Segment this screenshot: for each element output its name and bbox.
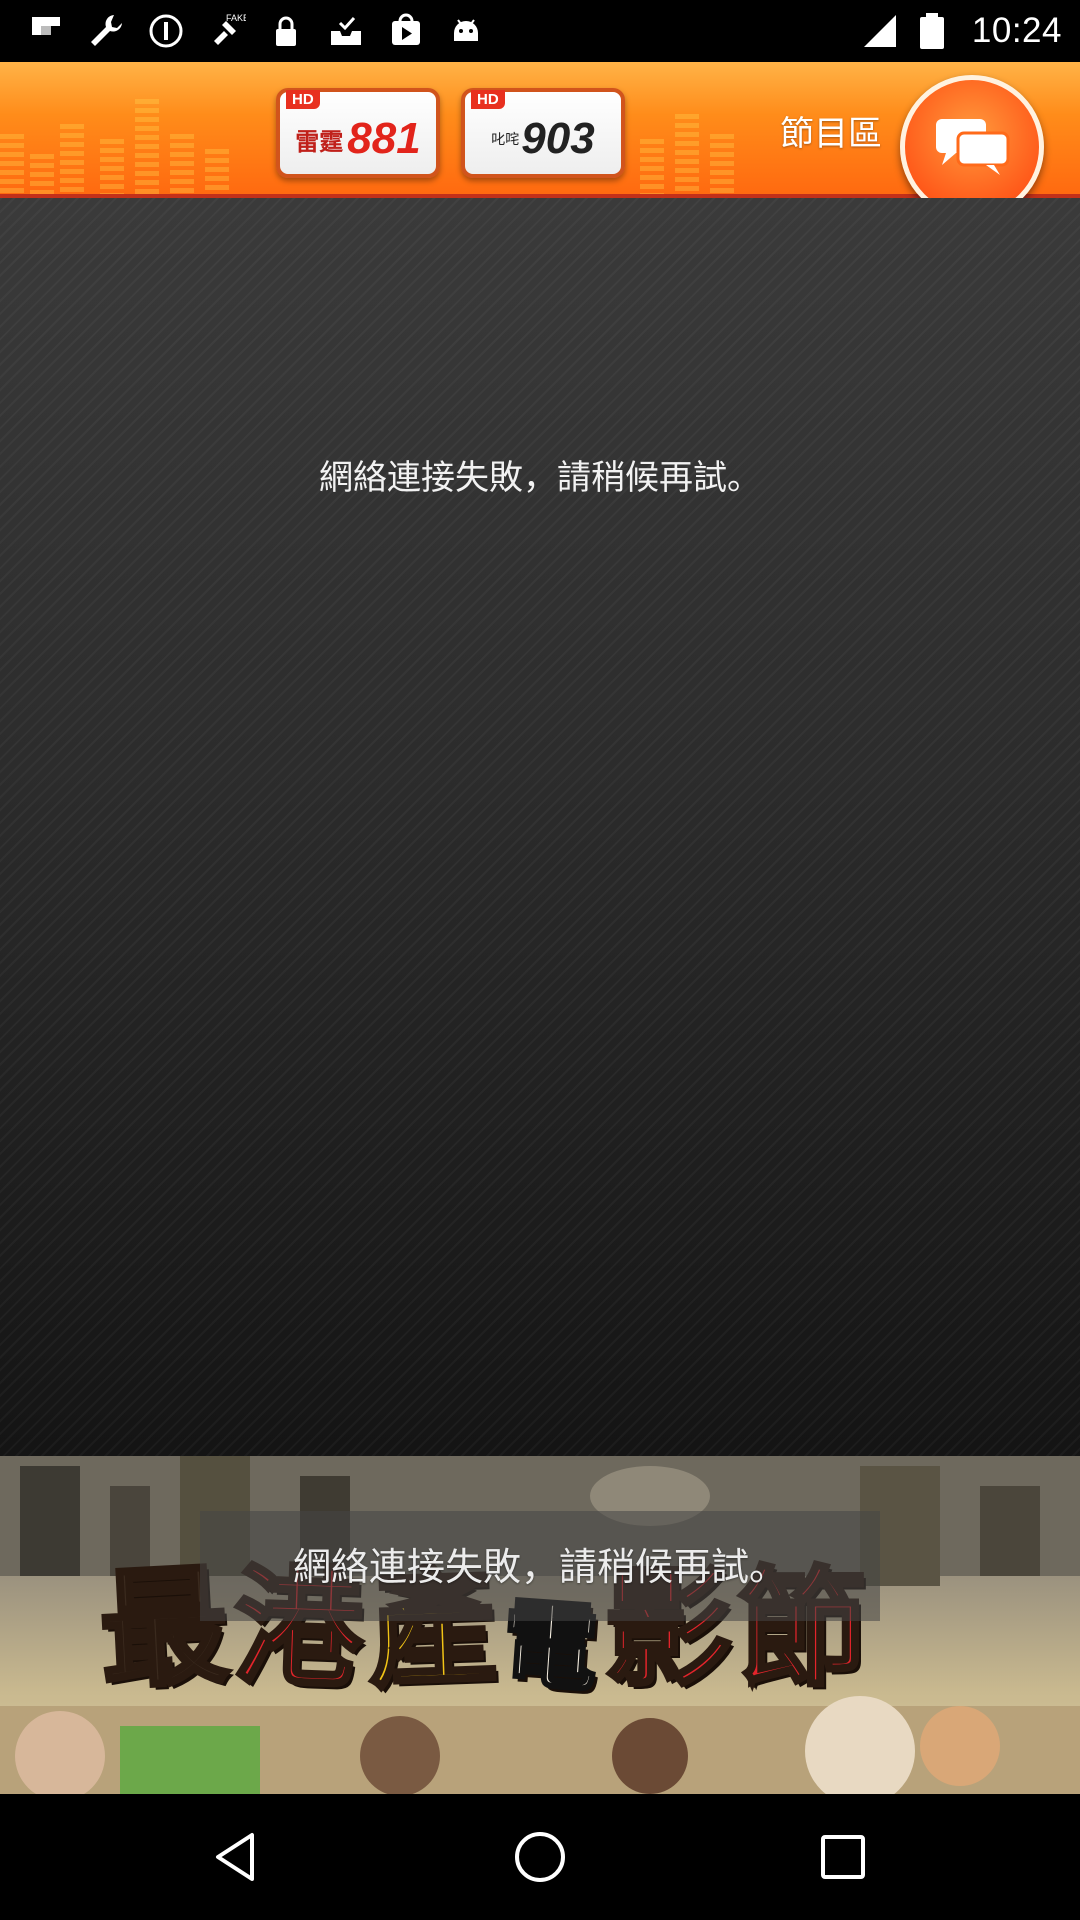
svg-text:FAKE: FAKE: [226, 13, 246, 23]
app-screen: FAKE 10:24: [0, 0, 1080, 1920]
recent-apps-icon: [813, 1827, 873, 1887]
status-bar: FAKE 10:24: [0, 0, 1080, 62]
station-881-button[interactable]: HD 雷霆 881: [276, 88, 440, 178]
battery-icon: [914, 11, 950, 51]
navigation-bar: [0, 1794, 1080, 1920]
lock-icon: [266, 11, 306, 51]
promo-banner[interactable]: 最 港 產 電 影 節 網絡連接失敗，請稍候再試。: [0, 1456, 1080, 1794]
station-881-name: 雷霆: [295, 127, 344, 156]
program-area-label[interactable]: 節目區: [780, 106, 882, 155]
hd-badge: HD: [286, 90, 320, 109]
wrench-icon: [86, 11, 126, 51]
connection-error-message: 網絡連接失敗，請稍候再試。: [319, 458, 761, 498]
inbox-check-icon: [326, 11, 366, 51]
notification-icons: FAKE: [26, 8, 486, 54]
recent-apps-button[interactable]: [810, 1824, 876, 1890]
station-881-logo: 雷霆 881: [295, 114, 420, 164]
station-881-number: 881: [347, 114, 421, 163]
android-icon: [446, 11, 486, 51]
station-903-button[interactable]: HD 叱咤 903: [461, 88, 625, 178]
info-icon: [146, 11, 186, 51]
fake-gps-icon: FAKE: [206, 11, 246, 51]
signal-icon: [862, 11, 898, 51]
station-903-number: 903: [521, 114, 595, 163]
banner-error-message: 網絡連接失敗，請稍候再試。: [292, 1545, 787, 1589]
home-button[interactable]: [507, 1824, 573, 1890]
flipboard-icon: [26, 11, 66, 51]
back-icon: [208, 1827, 268, 1887]
hd-badge: HD: [471, 90, 505, 109]
back-button[interactable]: [205, 1824, 271, 1890]
chat-bubbles-icon: [932, 115, 1012, 179]
play-store-icon: [386, 11, 426, 51]
station-903-logo: 叱咤 903: [491, 114, 594, 164]
station-903-name: 叱咤: [491, 132, 520, 148]
main-content: 網絡連接失敗，請稍候再試。: [0, 198, 1080, 1456]
system-status: 10:24: [862, 8, 1062, 54]
clock: 10:24: [971, 11, 1062, 50]
home-icon: [510, 1827, 570, 1887]
